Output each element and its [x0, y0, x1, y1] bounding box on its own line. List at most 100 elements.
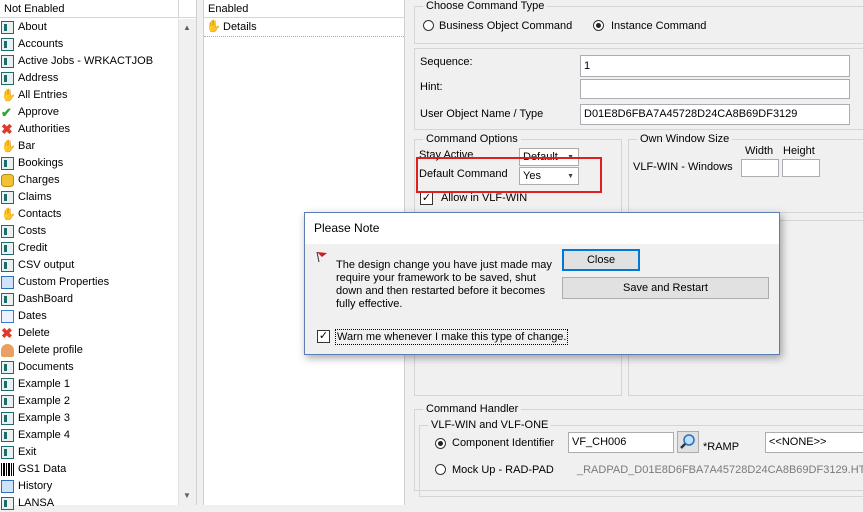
hand-icon: ✋	[206, 19, 221, 33]
command-options-title: Command Options	[423, 132, 521, 146]
list-item-label: Authorities	[18, 123, 70, 135]
list-item[interactable]: ✔ Approve	[0, 104, 178, 121]
warn-me-checkbox[interactable]: ✓	[317, 330, 330, 343]
sequence-input[interactable]: 1	[580, 55, 850, 77]
list-item[interactable]: ✖ Delete	[0, 325, 178, 342]
list-item[interactable]: DashBoard	[0, 291, 178, 308]
list-item[interactable]: ✋ Bar	[0, 138, 178, 155]
list-item[interactable]: Charges	[0, 172, 178, 189]
person-icon	[1, 344, 14, 357]
list-item[interactable]: ✋ All Entries	[0, 87, 178, 104]
red-x-icon: ✖	[1, 121, 13, 137]
instance-command-label: Instance Command	[611, 20, 707, 32]
mockup-path: _RADPAD_D01E8D6FBA7A45728D24CA8B69DF3129…	[577, 464, 863, 476]
window-icon	[1, 38, 14, 51]
dialog-title: Please Note	[305, 213, 779, 244]
close-button[interactable]: Close	[562, 249, 640, 271]
business-object-radio[interactable]	[423, 19, 434, 31]
component-identifier-input[interactable]: VF_CH006	[568, 432, 674, 453]
list-item-label: Contacts	[18, 208, 62, 220]
list-item[interactable]: History	[0, 478, 178, 495]
component-identifier-radio[interactable]	[435, 437, 446, 449]
mockup-label: Mock Up - RAD-PAD	[452, 464, 554, 476]
enabled-header[interactable]: Enabled	[204, 0, 404, 18]
mockup-radio[interactable]	[435, 463, 446, 475]
list-item[interactable]: ✋ Contacts	[0, 206, 178, 223]
search-button[interactable]	[677, 431, 699, 453]
vlf-handler-subtitle: VLF-WIN and VLF-ONE	[428, 418, 552, 432]
list-item-label: Active Jobs - WRKACTJOB	[18, 55, 154, 67]
ramp-input[interactable]: <<NONE>>	[765, 432, 863, 453]
window-icon	[1, 55, 14, 68]
list-item-label: All Entries	[18, 89, 68, 101]
list-item-label: GS1 Data	[18, 463, 67, 475]
list-item-label: Delete	[18, 327, 50, 339]
radio-selected-icon	[435, 437, 446, 449]
radio-icon	[423, 19, 434, 31]
window-icon	[1, 157, 14, 170]
hand-icon: ✋	[1, 207, 16, 221]
hand-icon: ✋	[1, 88, 16, 102]
list-item[interactable]: Example 3	[0, 410, 178, 427]
instance-command-radio[interactable]	[593, 19, 604, 31]
width-input[interactable]	[741, 159, 779, 177]
vertical-scrollbar[interactable]: ▲ ▼	[178, 19, 196, 505]
list-item[interactable]: Bookings	[0, 155, 178, 172]
list-item-label: Dates	[18, 310, 47, 322]
save-and-restart-button[interactable]: Save and Restart	[562, 277, 769, 299]
list-item[interactable]: CSV output	[0, 257, 178, 274]
ramp-label: *RAMP	[703, 441, 740, 453]
multi-window-icon	[1, 276, 14, 289]
command-handler-group: Command Handler VLF-WIN and VLF-ONE Comp…	[414, 402, 863, 497]
list-item-label: Costs	[18, 225, 47, 237]
list-item[interactable]: Claims	[0, 189, 178, 206]
list-item[interactable]: About	[0, 19, 178, 36]
window-icon	[1, 72, 14, 85]
window-icon	[1, 361, 14, 374]
list-item[interactable]: Credit	[0, 240, 178, 257]
own-window-title: Own Window Size	[637, 132, 733, 146]
default-command-highlight	[416, 157, 602, 193]
allow-vlf-win-checkbox[interactable]: ✓	[420, 192, 433, 205]
list-item[interactable]: GS1 Data	[0, 461, 178, 478]
window-icon	[1, 497, 14, 510]
hint-input[interactable]	[580, 79, 850, 99]
please-note-dialog: Please Note The design change you have j…	[304, 212, 780, 355]
list-item[interactable]: ✖ Authorities	[0, 121, 178, 138]
list-item[interactable]: Delete profile	[0, 342, 178, 359]
list-item[interactable]: Dates	[0, 308, 178, 325]
window-icon	[1, 225, 14, 238]
list-item[interactable]: Custom Properties	[0, 274, 178, 291]
window-icon	[1, 21, 14, 34]
allow-vlf-win-label: Allow in VLF-WIN	[441, 192, 528, 204]
window-icon	[1, 293, 14, 306]
list-item[interactable]: Accounts	[0, 36, 178, 53]
header-filler	[178, 0, 196, 18]
list-item[interactable]: Documents	[0, 359, 178, 376]
scroll-down-icon[interactable]: ▼	[183, 491, 191, 500]
red-x-icon: ✖	[1, 325, 13, 341]
list-item-label: LANSA	[18, 497, 55, 509]
list-item[interactable]: LANSA	[0, 495, 178, 512]
height-label: Height	[783, 145, 815, 157]
list-item-label: Credit	[18, 242, 48, 254]
list-item[interactable]: ✋ Details	[204, 19, 404, 37]
magnifier-icon	[680, 434, 695, 449]
vlf-win-windows-label: VLF-WIN - Windows	[633, 161, 733, 173]
list-item[interactable]: Active Jobs - WRKACTJOB	[0, 53, 178, 70]
warn-me-label: Warn me whenever I make this type of cha…	[335, 329, 569, 345]
list-item[interactable]: Example 1	[0, 376, 178, 393]
calendar-icon	[1, 310, 14, 323]
list-item[interactable]: Example 2	[0, 393, 178, 410]
scroll-up-icon[interactable]: ▲	[183, 23, 191, 32]
list-item[interactable]: Exit	[0, 444, 178, 461]
list-item[interactable]: Example 4	[0, 427, 178, 444]
dialog-message: The design change you have just made may…	[336, 259, 552, 310]
list-item[interactable]: Address	[0, 70, 178, 87]
height-input[interactable]	[782, 159, 820, 177]
window-icon	[1, 378, 14, 391]
not-enabled-header[interactable]: Not Enabled	[0, 0, 178, 18]
list-item[interactable]: Costs	[0, 223, 178, 240]
list-item-label: Example 2	[18, 395, 70, 407]
user-object-input[interactable]: D01E8D6FBA7A45728D24CA8B69DF3129	[580, 104, 850, 125]
